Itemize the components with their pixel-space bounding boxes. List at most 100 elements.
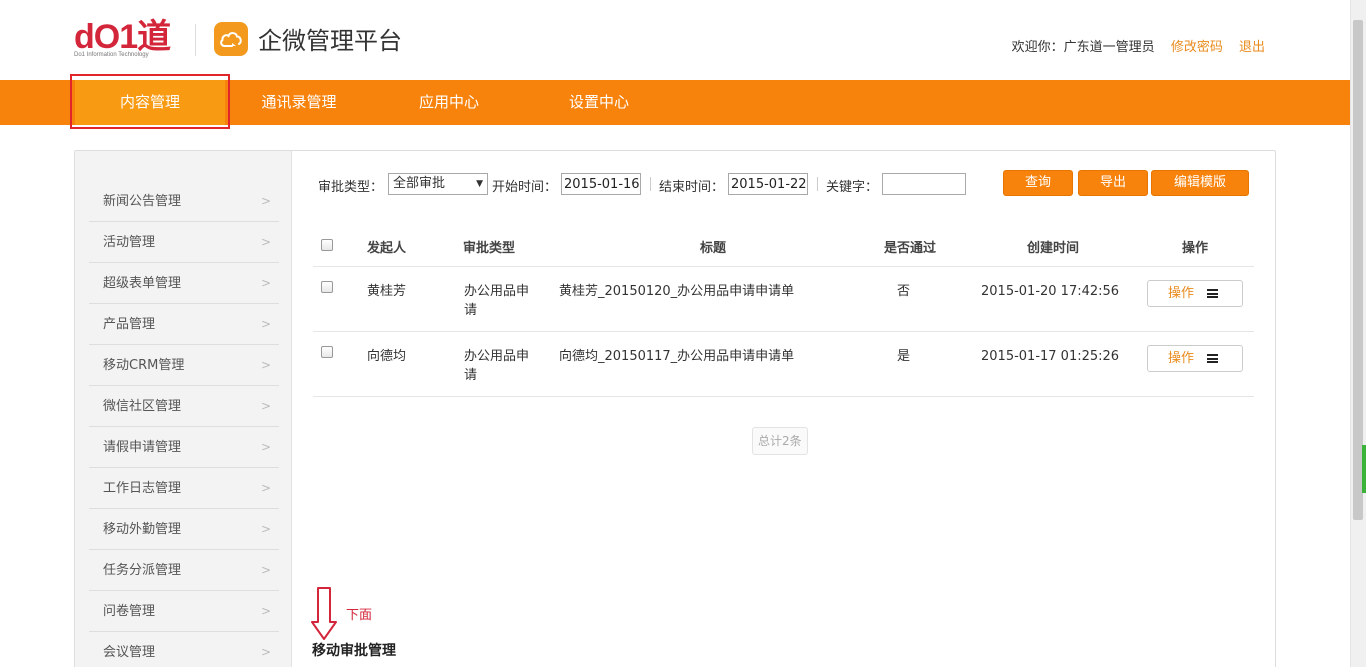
annotation-text: 下面 (346, 608, 373, 623)
chevron-right-icon: > (260, 604, 271, 618)
sidebar-item-label: 工作日志管理 (103, 481, 182, 496)
logo-divider (195, 24, 196, 56)
chevron-right-icon: > (260, 235, 271, 249)
nav-contacts-management[interactable]: 通讯录管理 (224, 80, 374, 125)
cell-passed: 否 (897, 284, 911, 299)
sidebar-item-super-form[interactable]: 超级表单管理 > (89, 263, 279, 304)
col-created: 创建时间 (1027, 241, 1080, 256)
row-action-button[interactable]: 操作 (1147, 345, 1243, 372)
app-title: 企微管理平台 (258, 27, 402, 55)
sidebar-list: 新闻公告管理 > 活动管理 > 超级表单管理 > 产品管理 > 移动CRM管理 > 微信社… (89, 181, 279, 667)
select-all-checkbox[interactable] (321, 239, 333, 251)
sidebar-item-label: 移动外勤管理 (103, 522, 182, 537)
welcome-text: 欢迎你：广东道一管理员 (1011, 40, 1155, 55)
cell-title[interactable]: 向德均_20150117_办公用品申请申请单 (559, 347, 794, 366)
arrow-down-icon (310, 586, 338, 646)
table-row: 向德均 办公用品申请 向德均_20150117_办公用品申请申请单 是 2015… (313, 332, 1254, 397)
keyword-label: 关键字： (826, 180, 879, 195)
end-time-input[interactable] (728, 173, 808, 195)
sidebar-item-community[interactable]: 微信社区管理 > (89, 386, 279, 427)
sidebar-item-survey[interactable]: 问卷管理 > (89, 591, 279, 632)
hamburger-menu-icon (1207, 354, 1218, 363)
row-action-button[interactable]: 操作 (1147, 280, 1243, 307)
col-action: 操作 (1182, 241, 1209, 256)
total-count-badge: 总计2条 (752, 427, 808, 455)
sidebar-item-label: 产品管理 (103, 317, 156, 332)
sidebar-item-activity[interactable]: 活动管理 > (89, 222, 279, 263)
chevron-right-icon: > (260, 194, 271, 208)
sidebar-item-label: 活动管理 (103, 235, 156, 250)
change-password-link[interactable]: 修改密码 (1171, 40, 1223, 55)
type-label: 审批类型： (318, 180, 384, 195)
chevron-right-icon: > (260, 399, 271, 413)
cell-type-line: 请 (464, 368, 478, 383)
keyword-input[interactable] (882, 173, 966, 195)
row-checkbox[interactable] (321, 346, 333, 358)
approval-type-value: 全部审批 (393, 176, 446, 191)
sidebar-item-label: 移动CRM管理 (103, 358, 185, 373)
page-scrollbar[interactable] (1350, 0, 1366, 667)
user-bar: 欢迎你：广东道一管理员 修改密码 退出 (1012, 36, 1265, 55)
content-panel: 新闻公告管理 > 活动管理 > 超级表单管理 > 产品管理 > 移动CRM管理 > 微信社… (74, 150, 1276, 667)
sidebar-item-field[interactable]: 移动外勤管理 > (89, 509, 279, 550)
export-button[interactable]: 导出 (1078, 170, 1148, 196)
nav-app-center[interactable]: 应用中心 (374, 80, 524, 125)
logo-subtitle: Do1 Information Technology (74, 52, 149, 58)
cell-title[interactable]: 黄桂芳_20150120_办公用品申请申请单 (559, 282, 794, 301)
col-title: 标题 (700, 241, 727, 256)
logo-text: dO1道 (74, 18, 171, 56)
mobile-approval-title[interactable]: 移动审批管理 (312, 640, 396, 660)
sidebar-item-label: 微信社区管理 (103, 399, 182, 414)
edit-template-button[interactable]: 编辑模版 (1151, 170, 1249, 196)
sidebar-item-label: 问卷管理 (103, 604, 156, 619)
sidebar-item-product[interactable]: 产品管理 > (89, 304, 279, 345)
query-button[interactable]: 查询 (1003, 170, 1073, 196)
chevron-right-icon: > (260, 440, 271, 454)
action-label: 操作 (1168, 286, 1195, 301)
main-nav: 内容管理 通讯录管理 应用中心 设置中心 (0, 80, 1350, 125)
sidebar-item-crm[interactable]: 移动CRM管理 > (89, 345, 279, 386)
cell-type: 办公用品申请 (464, 347, 529, 385)
sidebar-item-label: 请假申请管理 (103, 440, 182, 455)
chevron-right-icon: > (260, 317, 271, 331)
nav-settings-center[interactable]: 设置中心 (524, 80, 674, 125)
cell-type: 办公用品申请 (464, 282, 529, 320)
sidebar-item-task[interactable]: 任务分派管理 > (89, 550, 279, 591)
side-indicator (1362, 445, 1366, 493)
col-type: 审批类型 (463, 241, 516, 256)
end-time-label: 结束时间： (659, 180, 725, 195)
approval-table: 发起人 审批类型 标题 是否通过 创建时间 操作 黄桂芳 办公用品申请 黄桂芳_… (313, 221, 1254, 397)
cell-created: 2015-01-17 01:25:26 (981, 349, 1120, 364)
chevron-right-icon: > (260, 522, 271, 536)
chevron-right-icon: > (260, 358, 271, 372)
logout-link[interactable]: 退出 (1239, 40, 1265, 55)
page-header: dO1道 Do1 Information Technology 企微管理平台 欢… (0, 0, 1350, 80)
action-label: 操作 (1168, 351, 1195, 366)
chevron-right-icon: > (260, 276, 271, 290)
hamburger-menu-icon (1207, 289, 1218, 298)
start-time-label: 开始时间： (492, 180, 558, 195)
chevron-right-icon: > (260, 563, 271, 577)
sidebar-item-worklog[interactable]: 工作日志管理 > (89, 468, 279, 509)
sidebar-item-label: 任务分派管理 (103, 563, 182, 578)
cell-passed: 是 (897, 349, 911, 364)
sidebar: 新闻公告管理 > 活动管理 > 超级表单管理 > 产品管理 > 移动CRM管理 > 微信社… (75, 151, 292, 667)
sidebar-item-label: 新闻公告管理 (103, 194, 182, 209)
start-time-input[interactable] (561, 173, 641, 195)
nav-content-management[interactable]: 内容管理 (75, 80, 225, 125)
cell-initiator: 向德均 (367, 349, 407, 364)
cell-created: 2015-01-20 17:42:56 (981, 284, 1120, 299)
col-passed: 是否通过 (884, 241, 937, 256)
cell-type-line: 办公用品申 (464, 349, 530, 364)
approval-type-select[interactable]: 全部审批 ▼ (388, 173, 488, 195)
sidebar-item-news[interactable]: 新闻公告管理 > (89, 181, 279, 222)
table-header: 发起人 审批类型 标题 是否通过 创建时间 操作 (313, 221, 1254, 267)
cloud-icon (214, 22, 248, 56)
sidebar-item-meeting[interactable]: 会议管理 > (89, 632, 279, 667)
sidebar-item-leave[interactable]: 请假申请管理 > (89, 427, 279, 468)
chevron-right-icon: > (260, 645, 271, 659)
cell-initiator: 黄桂芳 (367, 284, 407, 299)
sidebar-item-label: 会议管理 (103, 645, 156, 660)
filter-separator (650, 177, 651, 191)
row-checkbox[interactable] (321, 281, 333, 293)
